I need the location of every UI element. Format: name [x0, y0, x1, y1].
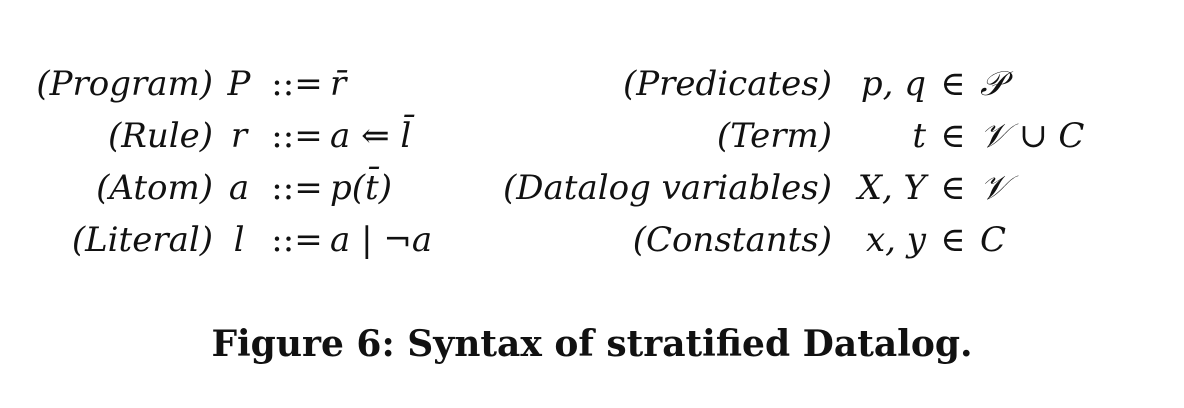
domain-set: 𝒱 ∪ C — [980, 116, 1085, 156]
element-of-symbol: ∈ — [940, 116, 966, 156]
definition-operator: ::= — [271, 168, 323, 208]
domain-set: C — [980, 220, 1007, 260]
element-of-symbol: ∈ — [940, 220, 966, 260]
production-rhs: r̄ — [330, 64, 347, 104]
definition-operator: ::= — [271, 64, 323, 104]
domain-name: (Predicates) — [623, 64, 832, 104]
domain-set: 𝒫 — [980, 64, 1005, 104]
production-symbol: l — [233, 220, 245, 260]
production-rhs: a | ¬a — [330, 220, 433, 260]
domain-symbols: t — [912, 116, 926, 156]
production-name: (Atom) — [96, 168, 213, 208]
grammar-row: (Atom) a ::= p(t̄) (Datalog variables) X… — [0, 162, 1184, 214]
element-of-symbol: ∈ — [940, 64, 966, 104]
element-of-symbol: ∈ — [940, 168, 966, 208]
domain-symbols: p, q — [860, 64, 926, 104]
production-symbol: a — [228, 168, 250, 208]
production-name: (Rule) — [107, 116, 213, 156]
production-symbol: P — [227, 64, 251, 104]
production-name: (Program) — [36, 64, 213, 104]
grammar-row: (Program) P ::= r̄ (Predicates) p, q ∈ 𝒫 — [0, 58, 1184, 110]
domain-name: (Term) — [716, 116, 832, 156]
grammar-figure: (Program) P ::= r̄ (Predicates) p, q ∈ 𝒫… — [0, 58, 1184, 278]
grammar-row: (Rule) r ::= a ⇐ l̄ (Term) t ∈ 𝒱 ∪ C — [0, 110, 1184, 162]
domain-set: 𝒱 — [980, 168, 1009, 208]
domain-symbols: X, Y — [857, 168, 926, 208]
domain-name: (Datalog variables) — [503, 168, 832, 208]
production-symbol: r — [230, 116, 248, 156]
definition-operator: ::= — [271, 220, 323, 260]
figure-caption: Figure 6: Syntax of stratified Datalog. — [211, 323, 973, 365]
domain-symbols: x, y — [866, 220, 926, 260]
domain-name: (Constants) — [632, 220, 832, 260]
definition-operator: ::= — [271, 116, 323, 156]
production-rhs: p(t̄) — [330, 168, 392, 208]
production-rhs: a ⇐ l̄ — [330, 116, 412, 156]
production-name: (Literal) — [71, 220, 213, 260]
grammar-row: (Literal) l ::= a | ¬a (Constants) x, y … — [0, 214, 1184, 266]
